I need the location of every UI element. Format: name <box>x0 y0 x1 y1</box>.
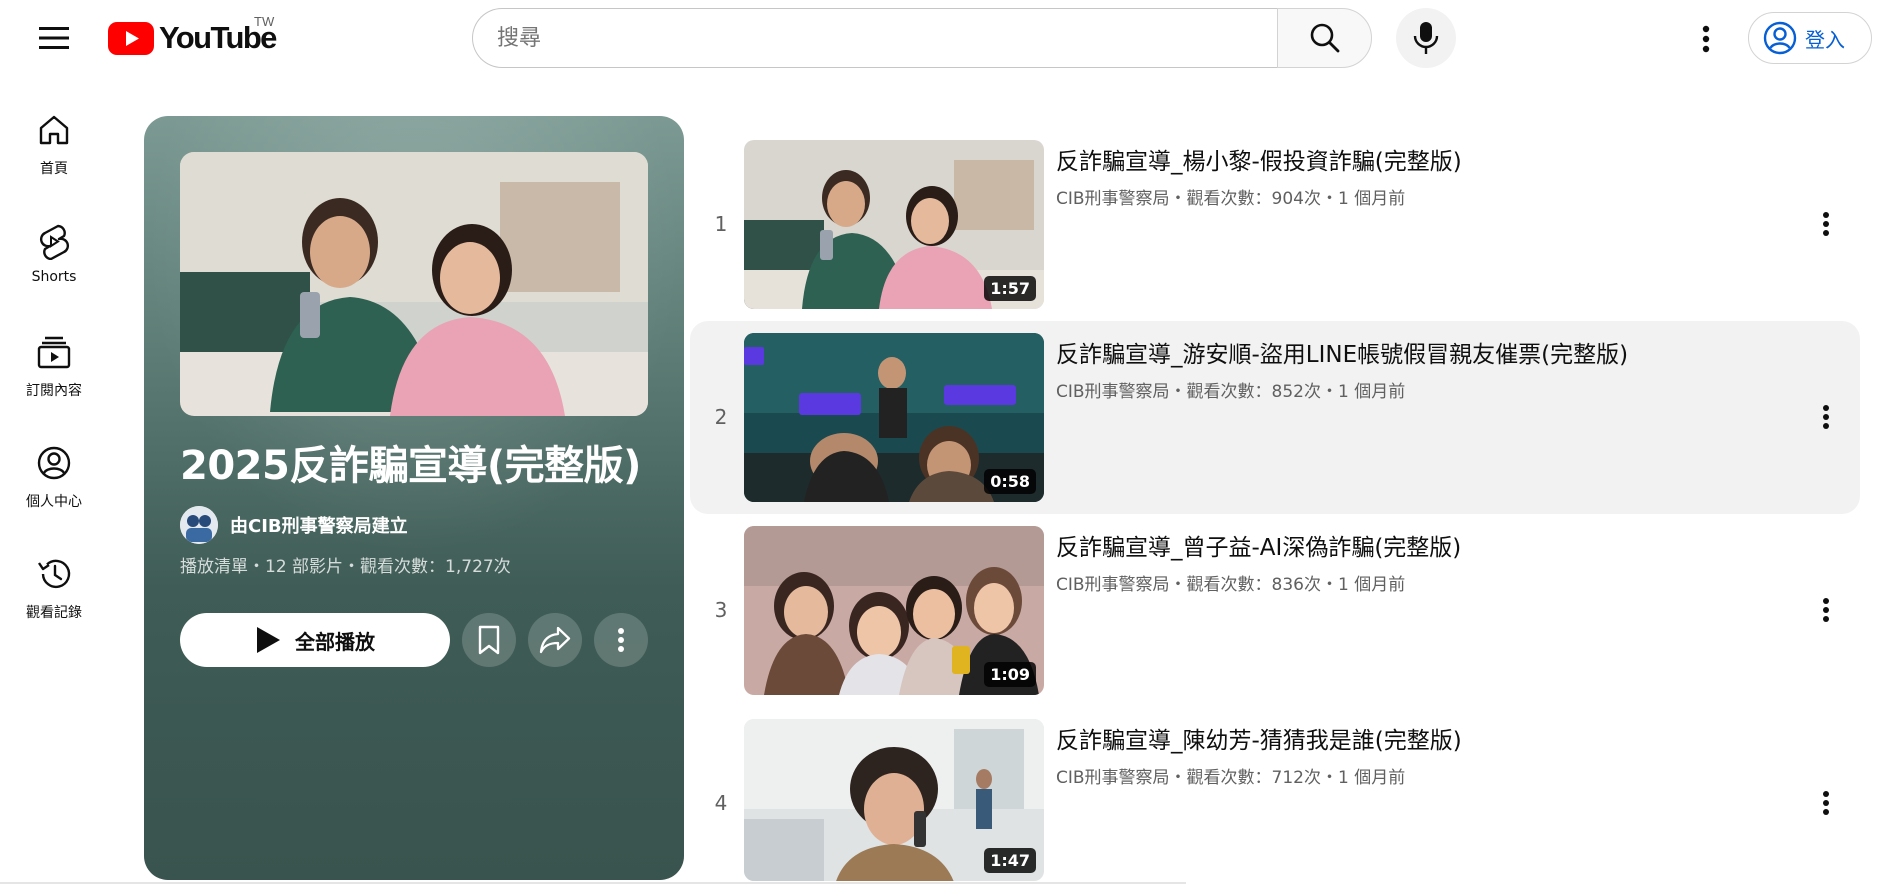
account-icon <box>34 443 74 483</box>
video-title[interactable]: 反詐騙宣導_游安順-盜用LINE帳號假冒親友催票(完整版) <box>1056 335 1628 369</box>
video-thumbnail[interactable]: 1:09 <box>744 526 1044 695</box>
playlist-actions: 全部播放 <box>180 613 648 667</box>
video-row[interactable]: 2 0:58 反詐騙宣導_游安順-盜用LINE帳號假冒親友催票(完整版) CIB… <box>690 321 1860 514</box>
video-title[interactable]: 反詐騙宣導_楊小黎-假投資詐騙(完整版) <box>1056 142 1462 176</box>
playlist-thumbnail[interactable] <box>180 152 648 416</box>
play-all-button[interactable]: 全部播放 <box>180 613 450 667</box>
account-circle-icon <box>1763 21 1797 55</box>
video-thumbnail[interactable]: 1:47 <box>744 719 1044 881</box>
microphone-icon <box>1413 22 1439 54</box>
nav-label: Shorts <box>31 269 77 285</box>
nav-item-shorts[interactable]: Shorts <box>0 211 108 322</box>
video-row[interactable]: 3 1:09 反詐騙宣導_曾子益-AI深偽詐騙(完整版) CIB刑事警察局・觀看… <box>690 514 1860 707</box>
video-row[interactable]: 4 1:47 反詐騙宣導_陳幼芳-猜猜我是誰(完整版) CIB刑事警察局・觀看次… <box>690 707 1860 884</box>
save-playlist-button[interactable] <box>462 613 516 667</box>
more-vertical-icon <box>618 628 624 652</box>
subscriptions-icon <box>34 332 74 372</box>
search-button[interactable] <box>1277 8 1372 68</box>
share-icon <box>539 626 571 654</box>
playlist-header-card: 2025反詐騙宣導(完整版) 由CIB刑事警察局建立 播放清單・12 部影片・觀… <box>144 116 684 880</box>
search-input[interactable] <box>472 8 1277 68</box>
video-thumbnail[interactable]: 1:57 <box>744 140 1044 309</box>
nav-label: 首頁 <box>40 161 68 177</box>
video-index: 2 <box>714 405 728 429</box>
playlist-title: 2025反詐騙宣導(完整版) <box>180 443 641 489</box>
video-duration: 1:09 <box>984 662 1036 687</box>
video-more-icon[interactable] <box>1806 393 1846 441</box>
channel-avatar[interactable] <box>180 506 218 544</box>
home-icon <box>34 110 74 150</box>
sign-in-label: 登入 <box>1805 27 1845 52</box>
region-code: TW <box>254 14 275 29</box>
video-thumbnail[interactable]: 0:58 <box>744 333 1044 502</box>
video-meta: CIB刑事警察局・觀看次數：904次・1 個月前 <box>1056 189 1406 209</box>
video-index: 3 <box>714 598 728 622</box>
video-more-icon[interactable] <box>1806 586 1846 634</box>
video-index: 1 <box>714 212 728 236</box>
search-icon <box>1310 23 1339 53</box>
search-box <box>472 8 1372 68</box>
bookmark-icon <box>478 625 500 655</box>
video-more-icon[interactable] <box>1806 200 1846 248</box>
history-icon <box>34 554 74 594</box>
video-meta: CIB刑事警察局・觀看次數：836次・1 個月前 <box>1056 575 1406 595</box>
video-title[interactable]: 反詐騙宣導_陳幼芳-猜猜我是誰(完整版) <box>1056 721 1462 755</box>
nav-label: 訂閱內容 <box>26 383 82 399</box>
settings-more-icon[interactable] <box>1682 18 1730 60</box>
video-duration: 0:58 <box>984 469 1036 494</box>
playlist-owner[interactable]: 由CIB刑事警察局建立 <box>180 506 408 544</box>
play-all-label: 全部播放 <box>295 629 375 654</box>
shorts-icon <box>34 221 74 261</box>
video-duration: 1:57 <box>984 276 1036 301</box>
video-index: 4 <box>714 791 728 815</box>
video-meta: CIB刑事警察局・觀看次數：712次・1 個月前 <box>1056 768 1406 788</box>
voice-search-button[interactable] <box>1396 8 1456 68</box>
menu-icon[interactable] <box>30 18 78 58</box>
video-duration: 1:47 <box>984 848 1036 873</box>
video-more-icon[interactable] <box>1806 779 1846 827</box>
nav-item-subscriptions[interactable]: 訂閱內容 <box>0 322 108 433</box>
youtube-play-logo-icon <box>108 21 154 55</box>
playlist-meta: 播放清單・12 部影片・觀看次數：1,727次 <box>180 557 511 577</box>
video-row[interactable]: 1 1:57 反詐騙宣導_楊小黎-假投資詐騙(完整版) CIB刑事警察局・觀看次… <box>690 128 1860 321</box>
youtube-logo[interactable]: YouTube TW <box>108 14 277 56</box>
nav-label: 個人中心 <box>26 494 82 510</box>
playlist-more-button[interactable] <box>594 613 648 667</box>
nav-item-you[interactable]: 個人中心 <box>0 433 108 544</box>
playlist-owner-name: 由CIB刑事警察局建立 <box>230 516 408 537</box>
left-nav: 首頁 Shorts 訂閱內容 個人中心 觀看記錄 <box>0 100 108 655</box>
video-title[interactable]: 反詐騙宣導_曾子益-AI深偽詐騙(完整版) <box>1056 528 1461 562</box>
nav-item-history[interactable]: 觀看記錄 <box>0 544 108 655</box>
nav-item-home[interactable]: 首頁 <box>0 100 108 211</box>
nav-label: 觀看記錄 <box>26 605 82 621</box>
video-meta: CIB刑事警察局・觀看次數：852次・1 個月前 <box>1056 382 1406 402</box>
sign-in-button[interactable]: 登入 <box>1748 12 1872 64</box>
play-icon <box>257 627 280 653</box>
top-bar: YouTube TW 登入 <box>0 0 1890 78</box>
share-button[interactable] <box>528 613 582 667</box>
